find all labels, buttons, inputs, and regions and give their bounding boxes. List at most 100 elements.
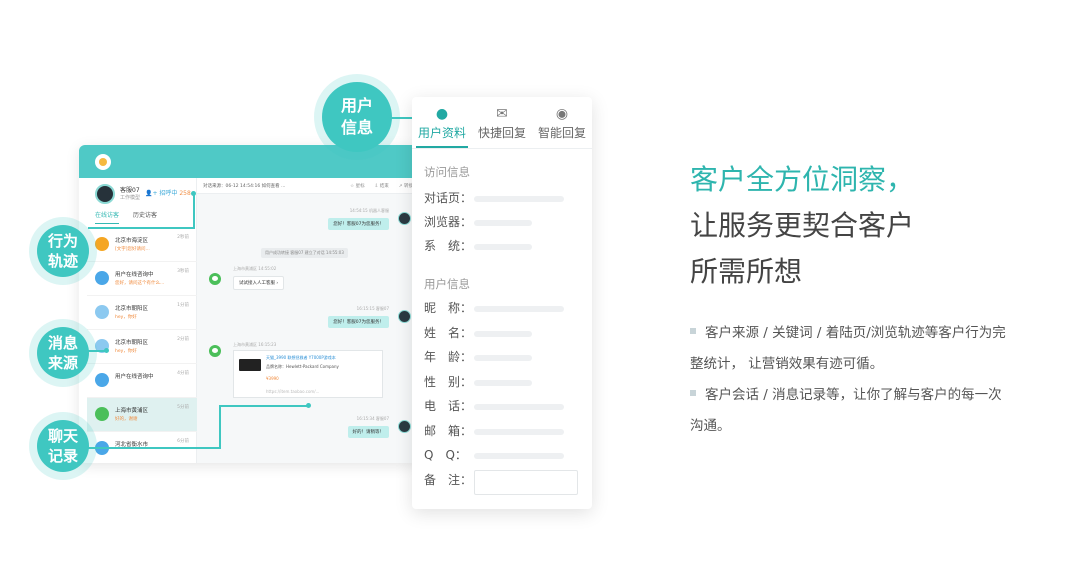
visitor-time: 5分前	[177, 405, 189, 410]
bullet-text: 客户来源 / 关键词 / 着陆页/浏览轨迹等客户行为完	[705, 325, 1006, 341]
list-item[interactable]: 用户在线咨询中 4分前	[87, 364, 197, 398]
transfer-button[interactable]: ↗ 转接	[399, 183, 413, 189]
visitor-sidebar: 客服07 工作模型 👤+ 招呼中 258 在线访客 历史访客 北京市海淀区 [文字…	[87, 178, 197, 463]
wechat-icon	[209, 273, 221, 285]
agent-message: 您好！客服07为您服务！	[328, 316, 389, 328]
message-meta: 16:15:34 客服07	[356, 416, 389, 421]
add-user-icon: 👤+	[145, 190, 158, 197]
tab-quick-reply[interactable]: ✉ 快捷回复	[472, 105, 532, 141]
bullet-item: 客户来源 / 关键词 / 着陆页/浏览轨迹等客户行为完	[690, 318, 1050, 349]
visitor-source-icon	[95, 271, 109, 285]
field-label: 备 注：	[424, 472, 473, 487]
list-item[interactable]: 上海市黄浦区 好的，谢谢 5分前	[87, 398, 197, 432]
bullet-square-icon	[690, 390, 696, 396]
add-visitor-label: 招呼中	[159, 190, 178, 197]
callout-behavior-track: 行为 轨迹	[37, 225, 89, 277]
field-value-placeholder	[474, 306, 564, 312]
tab-online-visitors[interactable]: 在线访客	[95, 210, 120, 224]
field-label: 性 别：	[424, 374, 473, 389]
section-visit-info: 访问信息	[424, 165, 470, 179]
headline-line-1: 客户全方位洞察，	[690, 163, 915, 196]
visitor-message: 试试接入人工客服 ›	[233, 276, 285, 290]
bullet-text: 客户会话 / 消息记录等，让你了解与客户的每一次	[705, 387, 1002, 403]
agent-message: 好的！请稍等！	[347, 426, 389, 438]
visitor-name: 北京市海淀区	[115, 238, 149, 244]
message-meta: 14:54:15 机器人客服	[349, 208, 389, 213]
conversation-pane: 对话来源：06-12 14:54:16 如何查看 ... ☆ 星标 ⇩ 结束 ↗…	[197, 178, 419, 463]
connector-behavior	[88, 227, 194, 229]
field-value-placeholder	[474, 355, 532, 361]
visitor-time: 1分前	[177, 303, 189, 308]
callout-chat-history: 聊天 记录	[37, 420, 89, 472]
star-button[interactable]: ☆ 星标	[350, 183, 364, 189]
product-brand: 品牌名称：Hewlett-Packard Company	[266, 364, 339, 369]
message-meta: 16:15:15 客服07	[356, 306, 389, 311]
callout-text: 记录	[47, 447, 78, 465]
callout-text: 来源	[47, 354, 78, 372]
visitor-list: 北京市海淀区 [文字]您好请问... 2秒前 用户在线咨询中 您好，请问这个有什么...…	[87, 228, 197, 463]
callout-text: 消息	[47, 334, 78, 352]
visitor-time: 2分前	[177, 337, 189, 342]
user-icon: ●	[435, 106, 449, 122]
visitor-name: 用户在线咨询中	[115, 272, 154, 278]
visitor-name: 北京市朝阳区	[115, 306, 149, 312]
agent-avatar-icon	[398, 420, 411, 433]
visitor-time: 2秒前	[177, 235, 189, 240]
field-label: 系 统：	[424, 239, 473, 253]
info-field-row: 邮 箱：	[424, 422, 584, 440]
visitor-source-icon	[95, 237, 109, 251]
list-item[interactable]: 用户在线咨询中 您好，请问这个有什么... 3秒前	[87, 262, 197, 296]
visitor-last-message: 您好，请问这个有什么...	[115, 281, 165, 286]
conversation-toolbar: 对话来源：06-12 14:54:16 如何查看 ... ☆ 星标 ⇩ 结束 ↗…	[197, 178, 419, 194]
agent-avatar-icon	[398, 212, 411, 225]
field-label: 邮 箱：	[424, 423, 473, 438]
callout-message-source: 消息 来源	[37, 327, 89, 379]
list-item[interactable]: 北京市朝阳区 hey，你好 2分前	[87, 330, 197, 364]
bullet-text-continued: 整统计， 让营销效果有迹可循。	[690, 356, 884, 372]
info-field-row: 系 统：	[424, 237, 584, 255]
callout-text: 聊天	[47, 427, 78, 445]
callout-user-info: 用户 信息	[322, 82, 392, 152]
field-label: 电 话：	[424, 399, 473, 413]
agent-status: 工作模型	[120, 194, 141, 201]
callout-text: 用户	[340, 96, 373, 115]
field-label: 对话页：	[424, 191, 473, 205]
visitor-last-message: hey，你好	[115, 349, 137, 354]
end-button[interactable]: ⇩ 结束	[375, 183, 389, 189]
list-item[interactable]: 北京市朝阳区 hey，你好 1分前	[87, 296, 197, 330]
add-visitor-button[interactable]: 👤+ 招呼中 258	[145, 188, 191, 197]
connector-history-top	[219, 405, 309, 407]
tab-user-profile[interactable]: ● 用户资料	[412, 105, 472, 141]
visitor-name: 用户在线咨询中	[115, 374, 154, 380]
laptop-icon	[239, 359, 261, 371]
visitor-time: 4分前	[177, 371, 189, 376]
tab-history-visitors[interactable]: 历史访客	[133, 210, 157, 224]
visitor-tabs: 在线访客 历史访客	[95, 210, 191, 224]
callout-text: 行为	[47, 232, 78, 250]
field-label: Q Q：	[424, 448, 467, 462]
add-visitor-count: 258	[179, 190, 191, 197]
tab-smart-reply[interactable]: ◉ 智能回复	[532, 105, 592, 141]
app-logo-icon	[95, 154, 111, 170]
field-value-placeholder	[474, 453, 564, 459]
product-card[interactable]: 天猫_3990 联想拯救者 Y7000P游戏本 品牌名称：Hewlett-Pac…	[233, 350, 383, 398]
list-item[interactable]: 北京市海淀区 [文字]您好请问... 2秒前	[87, 228, 197, 262]
info-field-row: 姓 名：	[424, 324, 584, 342]
agent-avatar-icon	[398, 310, 411, 323]
callout-text: 轨迹	[47, 252, 78, 270]
field-value-placeholder	[474, 379, 532, 386]
visitor-source-icon	[95, 373, 109, 387]
product-url: https://item.taobao.com/...	[266, 389, 320, 394]
visitor-last-message: hey，你好	[115, 315, 137, 320]
info-field-row: Q Q：	[424, 446, 584, 464]
field-value-placeholder	[474, 220, 532, 226]
visitor-source-icon	[95, 305, 109, 319]
system-message: 用户成功转接 客服07 建立了对话 14:55:03	[261, 248, 348, 258]
headline-line-2: 让服务更契合客户	[690, 209, 915, 242]
bullet-text-continued: 沟通。	[690, 418, 731, 434]
product-title: 天猫_3990 联想拯救者 Y7000P游戏本	[266, 355, 336, 360]
connector-dot	[306, 403, 311, 408]
info-field-row: 电 话：	[424, 397, 584, 415]
field-value-placeholder	[474, 244, 532, 250]
info-field-row: 性 别：	[424, 373, 584, 391]
